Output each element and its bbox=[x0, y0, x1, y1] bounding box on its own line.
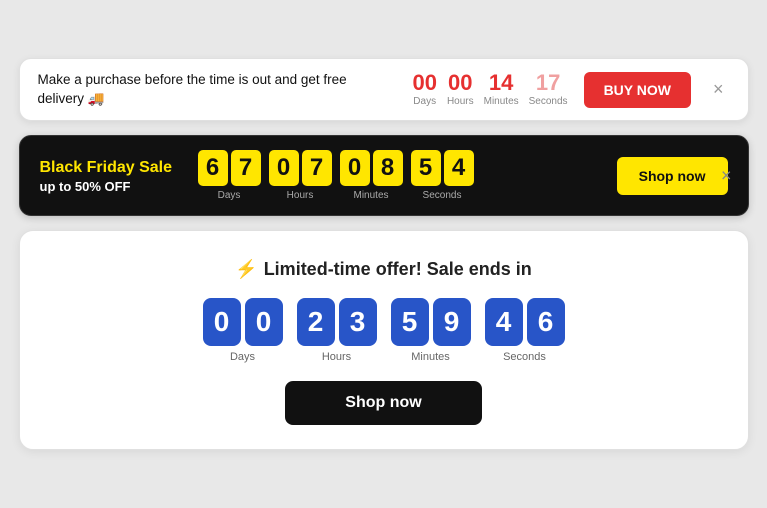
sale-seconds-label: Seconds bbox=[503, 351, 546, 363]
buy-now-button[interactable]: BUY NOW bbox=[584, 72, 691, 108]
timer-seconds: 17 Seconds bbox=[529, 72, 568, 107]
sale-days: 0 0 Days bbox=[203, 298, 283, 363]
banner1-timer: 00 Days 00 Hours 14 Minutes 17 Seconds bbox=[412, 72, 567, 107]
bf-day-ones: 7 bbox=[231, 150, 261, 186]
bf-seconds-digits: 5 4 bbox=[411, 150, 474, 186]
sale-hours: 2 3 Hours bbox=[297, 298, 377, 363]
bf-minute-tens: 0 bbox=[340, 150, 370, 186]
sale-minute-ones: 9 bbox=[433, 298, 471, 346]
bf-hour-ones: 7 bbox=[302, 150, 332, 186]
bf-hours: 0 7 Hours bbox=[269, 150, 332, 201]
timer-days: 00 Days bbox=[412, 72, 436, 107]
timer-minutes-value: 14 bbox=[489, 72, 513, 94]
sale-hour-ones: 3 bbox=[339, 298, 377, 346]
timer-hours-label: Hours bbox=[447, 96, 474, 107]
timer-minutes-label: Minutes bbox=[484, 96, 519, 107]
timer-hours-value: 00 bbox=[448, 72, 472, 94]
bf-hour-tens: 0 bbox=[269, 150, 299, 186]
bf-subtitle: up to 50% OFF bbox=[40, 179, 180, 194]
sale-day-ones: 0 bbox=[245, 298, 283, 346]
sale-hour-tens: 2 bbox=[297, 298, 335, 346]
bf-hours-label: Hours bbox=[287, 190, 314, 201]
timer-seconds-label: Seconds bbox=[529, 96, 568, 107]
banner-1: Make a purchase before the time is out a… bbox=[19, 58, 749, 122]
timer-minutes: 14 Minutes bbox=[484, 72, 519, 107]
bf-minutes-digits: 0 8 bbox=[340, 150, 403, 186]
banner1-close-button[interactable]: × bbox=[707, 77, 730, 102]
banner1-text: Make a purchase before the time is out a… bbox=[38, 71, 397, 109]
bf-seconds-label: Seconds bbox=[423, 190, 462, 201]
lightning-icon: ⚡ bbox=[235, 259, 257, 280]
bf-second-ones: 4 bbox=[444, 150, 474, 186]
timer-days-label: Days bbox=[413, 96, 436, 107]
bf-days: 6 7 Days bbox=[198, 150, 261, 201]
sale-minute-tens: 5 bbox=[391, 298, 429, 346]
sale-days-digits: 0 0 bbox=[203, 298, 283, 346]
sale-minutes-label: Minutes bbox=[411, 351, 450, 363]
bf-timer: 6 7 Days 0 7 Hours 0 8 Minutes 5 4 Secon… bbox=[198, 150, 599, 201]
sale-timer: 0 0 Days 2 3 Hours 5 9 Minutes 4 6 Secon… bbox=[203, 298, 565, 363]
sale-minutes-digits: 5 9 bbox=[391, 298, 471, 346]
bf-second-tens: 5 bbox=[411, 150, 441, 186]
sale-seconds: 4 6 Seconds bbox=[485, 298, 565, 363]
sale-day-tens: 0 bbox=[203, 298, 241, 346]
sale-days-label: Days bbox=[230, 351, 255, 363]
banner-3: ⚡ Limited-time offer! Sale ends in 0 0 D… bbox=[19, 230, 749, 450]
sale-hours-label: Hours bbox=[322, 351, 351, 363]
bf-hours-digits: 0 7 bbox=[269, 150, 332, 186]
timer-seconds-value: 17 bbox=[536, 72, 560, 94]
sale-shop-now-button[interactable]: Shop now bbox=[285, 381, 481, 425]
bf-minute-ones: 8 bbox=[373, 150, 403, 186]
bf-days-label: Days bbox=[218, 190, 241, 201]
sale-hours-digits: 2 3 bbox=[297, 298, 377, 346]
sale-second-ones: 6 bbox=[527, 298, 565, 346]
bf-minutes: 0 8 Minutes bbox=[340, 150, 403, 201]
sale-second-tens: 4 bbox=[485, 298, 523, 346]
bf-shop-now-button[interactable]: Shop now bbox=[617, 157, 728, 195]
timer-days-value: 00 bbox=[412, 72, 436, 94]
timer-hours: 00 Hours bbox=[447, 72, 474, 107]
banner2-close-button[interactable]: × bbox=[715, 163, 738, 188]
bf-days-digits: 6 7 bbox=[198, 150, 261, 186]
bf-seconds: 5 4 Seconds bbox=[411, 150, 474, 201]
sale-title-text: Limited-time offer! Sale ends in bbox=[264, 259, 532, 280]
bf-title: Black Friday Sale bbox=[40, 158, 180, 177]
bf-minutes-label: Minutes bbox=[353, 190, 388, 201]
sale-title: ⚡ Limited-time offer! Sale ends in bbox=[235, 259, 531, 280]
sale-minutes: 5 9 Minutes bbox=[391, 298, 471, 363]
bf-text-block: Black Friday Sale up to 50% OFF bbox=[40, 158, 180, 194]
sale-seconds-digits: 4 6 bbox=[485, 298, 565, 346]
bf-day-tens: 6 bbox=[198, 150, 228, 186]
banner-2: Black Friday Sale up to 50% OFF 6 7 Days… bbox=[19, 135, 749, 216]
